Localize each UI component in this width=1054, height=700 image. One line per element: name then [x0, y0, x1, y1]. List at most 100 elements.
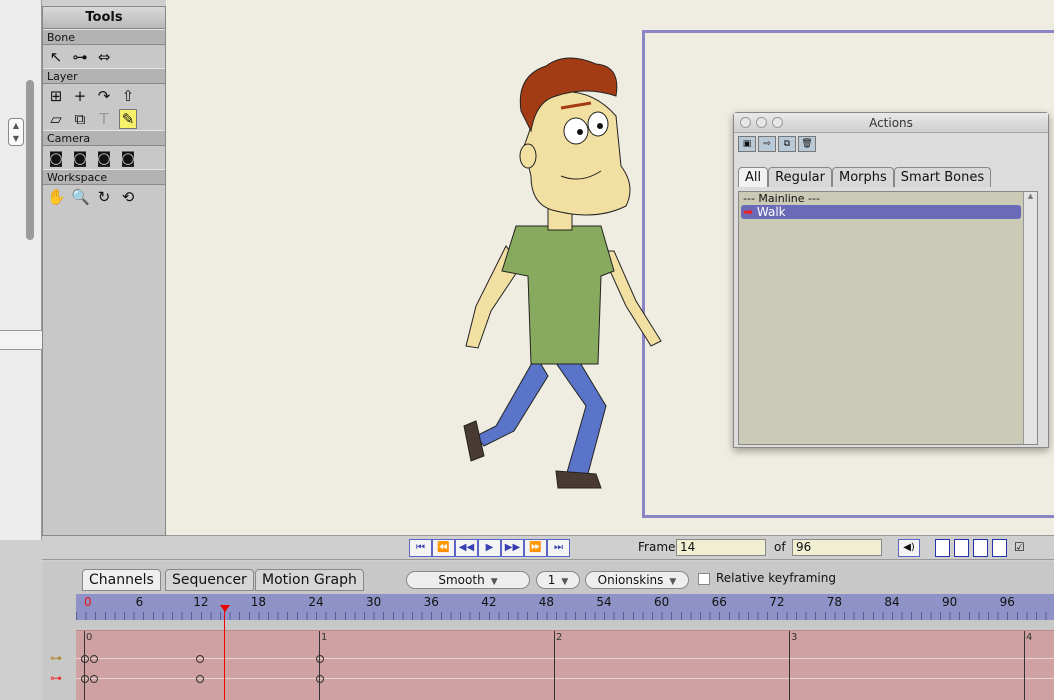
- step-back-start-icon[interactable]: ⏪: [432, 539, 455, 557]
- actions-titlebar[interactable]: Actions: [734, 113, 1048, 133]
- track-line: [76, 678, 1054, 679]
- ruler-tick-label: 24: [308, 595, 324, 609]
- actions-list: --- Mainline --- ➡ Walk ▲: [738, 191, 1038, 445]
- eyedropper-icon[interactable]: ✎: [119, 108, 137, 129]
- second-marker-line: [319, 631, 320, 700]
- rotate-workspace-icon[interactable]: ↻: [95, 188, 113, 206]
- total-frames-field[interactable]: 96: [792, 539, 882, 556]
- second-marker-label: 3: [791, 632, 798, 643]
- zoom-stepper[interactable]: ▲ ▼: [8, 118, 24, 146]
- fast-forward-icon[interactable]: ⏭: [547, 539, 570, 557]
- transform-bone-icon[interactable]: ⊶: [71, 48, 89, 66]
- chevron-down-icon: ▼: [490, 577, 498, 587]
- second-marker-line: [789, 631, 790, 700]
- step-forward-icon[interactable]: ▶▶: [501, 539, 524, 557]
- ruler-tick-label: 60: [654, 595, 670, 609]
- ruler-tick-label: 6: [135, 595, 144, 609]
- playhead-marker[interactable]: [220, 605, 230, 612]
- keyframe[interactable]: [316, 675, 324, 683]
- vertical-scrollbar[interactable]: [26, 80, 34, 240]
- relative-keyframing-checkbox[interactable]: [698, 573, 710, 585]
- frame-label: Frame: [638, 540, 676, 554]
- playhead[interactable]: [220, 605, 230, 700]
- camera-pan-icon[interactable]: ◙: [119, 149, 137, 167]
- orbit-icon[interactable]: ⟲: [119, 188, 137, 206]
- timeline-panel: Channels Sequencer Motion Graph Smooth ▼ …: [42, 561, 1054, 700]
- shear-icon[interactable]: ▱: [47, 110, 65, 128]
- relative-keyframing-label: Relative keyframing: [716, 571, 836, 585]
- translate-icon[interactable]: +: [71, 87, 89, 105]
- step-forward-end-icon[interactable]: ⏩: [524, 539, 547, 557]
- hand-icon[interactable]: ✋: [47, 188, 66, 206]
- rotate-layer-icon[interactable]: ↷: [95, 87, 113, 105]
- tab-morphs[interactable]: Morphs: [832, 167, 894, 187]
- second-marker-line: [84, 631, 85, 700]
- text-icon[interactable]: T: [95, 110, 113, 128]
- keyframe[interactable]: [196, 655, 204, 663]
- track-line: [76, 658, 1054, 659]
- ruler-tick-label: 54: [596, 595, 612, 609]
- frame-field[interactable]: 14: [676, 539, 766, 556]
- left-scroll-strip: ▲ ▼: [0, 0, 42, 540]
- tab-motion-graph[interactable]: Motion Graph: [255, 569, 364, 591]
- second-marker-label: 0: [86, 632, 93, 643]
- tab-channels[interactable]: Channels: [82, 569, 161, 591]
- camera-zoom-icon[interactable]: ◙: [71, 149, 89, 167]
- chevron-down-icon: ▼: [669, 577, 677, 587]
- bone-strength-icon[interactable]: ⇔: [95, 48, 113, 66]
- interpolation-value: Smooth: [438, 573, 485, 587]
- ruler-tick-label: 30: [366, 595, 382, 609]
- walk-action-item[interactable]: ➡ Walk: [741, 205, 1021, 219]
- channel-tracks[interactable]: 0 1 2 3 4: [76, 630, 1054, 700]
- canvas-area[interactable]: Actions ▣ ⇨ ⧉ 🗑 All Regular Morphs Smart…: [166, 0, 1054, 536]
- keyframe[interactable]: [316, 655, 324, 663]
- of-label: of: [774, 540, 786, 554]
- transform-layer-icon[interactable]: ⊞: [47, 87, 65, 105]
- ruler-tick-label: 90: [942, 595, 958, 609]
- actions-window: Actions ▣ ⇨ ⧉ 🗑 All Regular Morphs Smart…: [733, 112, 1049, 448]
- checkbox-icon[interactable]: ☑: [1014, 540, 1025, 554]
- tab-regular[interactable]: Regular: [768, 167, 832, 187]
- tools-title: Tools: [43, 7, 165, 29]
- play-icon[interactable]: ▶: [478, 539, 501, 557]
- new-action-icon[interactable]: ▣: [738, 136, 756, 152]
- chevron-down-icon: ▼: [561, 577, 569, 587]
- ruler-minor-ticks: [76, 612, 1054, 620]
- interpolation-select[interactable]: Smooth ▼: [406, 571, 530, 589]
- onion-count-select[interactable]: 1 ▼: [536, 571, 580, 589]
- select-bone-icon[interactable]: ↖: [47, 48, 65, 66]
- keyframe[interactable]: [81, 655, 89, 663]
- ruler-tick-label: 0: [84, 595, 92, 609]
- keyframe[interactable]: [90, 675, 98, 683]
- split-vertical-icon[interactable]: [954, 539, 969, 557]
- second-marker-line: [1024, 631, 1025, 700]
- zoom-icon[interactable]: 🔍: [71, 188, 90, 206]
- tab-sequencer[interactable]: Sequencer: [165, 569, 254, 591]
- camera-roll-icon[interactable]: ◙: [95, 149, 113, 167]
- delete-action-icon[interactable]: 🗑: [798, 136, 816, 152]
- step-back-icon[interactable]: ◀◀: [455, 539, 478, 557]
- keyframe[interactable]: [90, 655, 98, 663]
- camera-track-icon[interactable]: ◙: [47, 149, 65, 167]
- keyframe[interactable]: [81, 675, 89, 683]
- insert-action-icon[interactable]: ⇨: [758, 136, 776, 152]
- second-marker-label: 4: [1026, 632, 1033, 643]
- keyframe[interactable]: [196, 675, 204, 683]
- actions-scrollbar[interactable]: ▲: [1023, 192, 1037, 444]
- onionskins-select[interactable]: Onionskins ▼: [585, 571, 689, 589]
- tab-smart-bones[interactable]: Smart Bones: [893, 167, 992, 187]
- audio-icon[interactable]: ◀): [898, 539, 920, 557]
- tab-all[interactable]: All: [738, 167, 769, 187]
- copy-action-icon[interactable]: ⧉: [778, 136, 796, 152]
- panel-divider[interactable]: [0, 330, 42, 350]
- section-bone: Bone: [43, 29, 165, 45]
- quad-view-icon[interactable]: [992, 539, 1007, 557]
- flip-icon[interactable]: ⧉: [71, 110, 89, 128]
- rewind-icon[interactable]: ⏮: [409, 539, 432, 557]
- single-view-icon[interactable]: [935, 539, 950, 557]
- split-horizontal-icon[interactable]: [973, 539, 988, 557]
- bone-channel-icon: ⊶: [50, 651, 62, 665]
- section-layer: Layer: [43, 68, 165, 84]
- mainline-item[interactable]: --- Mainline ---: [739, 192, 1037, 205]
- scale-layer-icon[interactable]: ⇧: [119, 87, 137, 105]
